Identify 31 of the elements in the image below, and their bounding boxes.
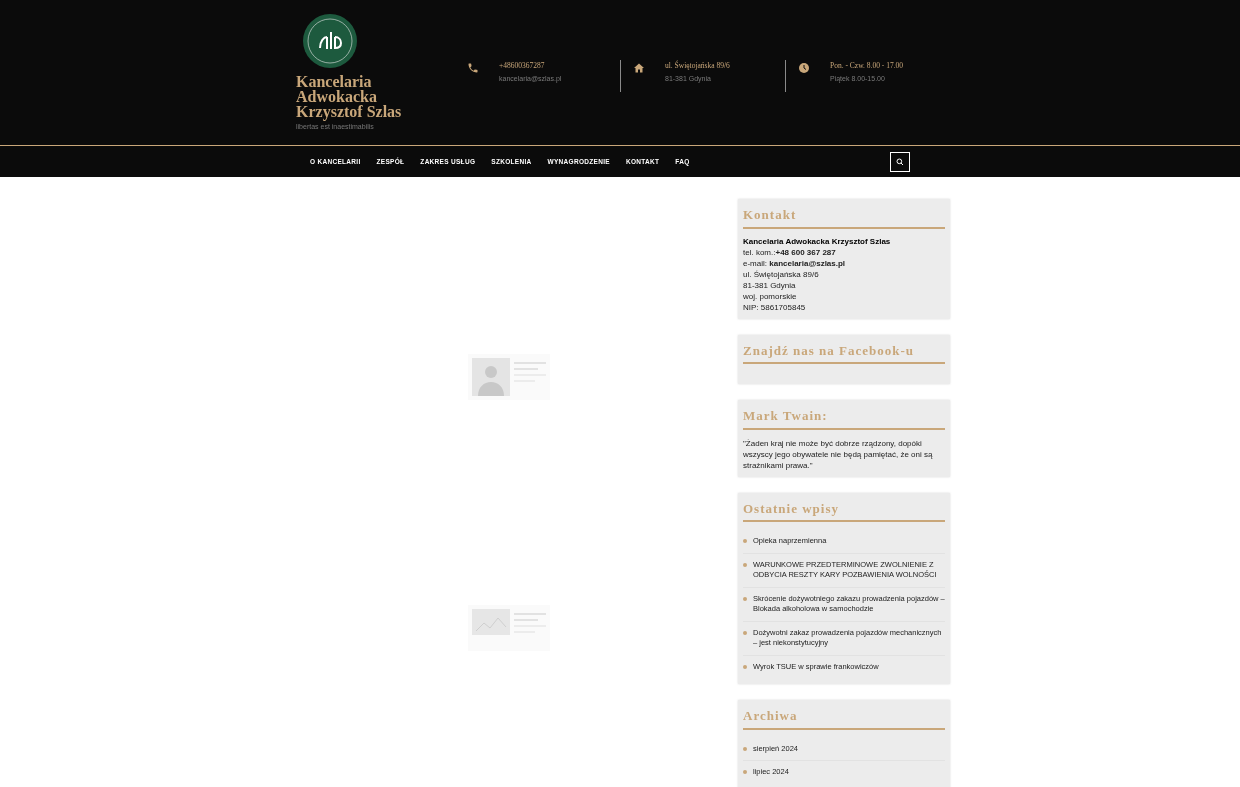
round-emblem-logo[interactable] (303, 14, 357, 68)
contact-line: Kancelaria Adwokacka Krzysztof Szlas (743, 235, 892, 247)
photo-placeholder (472, 609, 510, 635)
bullet-icon (743, 630, 747, 635)
bullet-icon (743, 596, 747, 601)
widget-title: Ostatnie wpisy (743, 498, 945, 522)
contact-line: woj. pomorskie (743, 290, 798, 302)
contact-line: ul. Świętojańska 89/6 (743, 268, 820, 280)
bullet-icon (743, 770, 747, 774)
search-button[interactable] (890, 151, 910, 172)
bullet-icon (743, 539, 747, 543)
contact-line: 81-381 Gdynia (743, 279, 797, 291)
search-icon (896, 157, 904, 166)
quote-text: "Żaden kraj nie może być dobrze rządzony, dopóki wszyscy jego obywatele nie będą pamiętać, że oni są strażnikami prawa." (743, 437, 934, 471)
clock-icon (798, 62, 810, 74)
widget-title: Mark Twain: (743, 406, 945, 430)
contact-line: e-mail: kancelaria@szlas.pl (743, 257, 847, 269)
site-title[interactable]: Krzysztof Szlas (296, 104, 455, 119)
contact-line: NIP: 5861705845 (743, 301, 807, 313)
widget-title: Znajdź nas na Facebook-u (743, 340, 945, 364)
widget-title: Archiwa (743, 706, 945, 730)
house-icon (633, 62, 645, 74)
site-title[interactable]: Adwokacka (296, 89, 455, 104)
site-title[interactable]: Kancelaria (296, 74, 455, 89)
person-silhouette-icon (472, 358, 510, 396)
phone-icon (467, 62, 479, 74)
contact-line: tel. kom.:+48 600 367 287 (743, 246, 837, 258)
widget-title: Kontakt (743, 205, 945, 229)
bullet-icon (743, 562, 747, 567)
bullet-icon (743, 746, 747, 751)
bullet-icon (743, 664, 747, 669)
